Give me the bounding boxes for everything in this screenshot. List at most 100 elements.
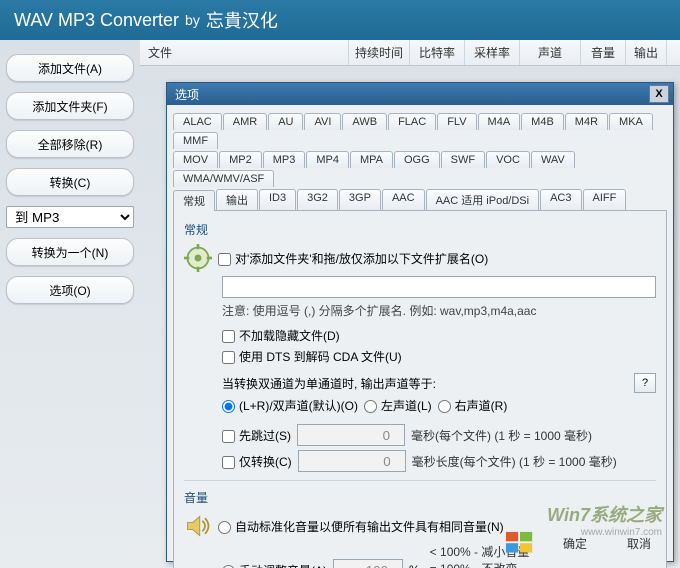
tab-row-1: ALACAMRAUAVIAWBFLACFLVM4AM4BM4RMKA MMF bbox=[173, 111, 667, 149]
vol-auto-text: 自动标准化音量以便所有输出文件具有相同音量(N) bbox=[235, 520, 504, 534]
add-file-button[interactable]: 添加文件(A) bbox=[6, 54, 134, 82]
options-label: 选项(O) bbox=[49, 282, 90, 299]
gear-icon bbox=[184, 244, 212, 272]
tabs-container: ALACAMRAUAVIAWBFLACFLVM4AM4BM4RMKA MMF MO… bbox=[167, 105, 673, 568]
tab-mp4[interactable]: MP4 bbox=[306, 151, 349, 168]
vol-manual-label[interactable]: 手动调整音量(A) bbox=[222, 562, 327, 568]
tab-mpa[interactable]: MPA bbox=[350, 151, 393, 168]
format-select[interactable]: 到 MP3 bbox=[6, 206, 134, 228]
tab-avi[interactable]: AVI bbox=[304, 113, 341, 130]
tab-au[interactable]: AU bbox=[268, 113, 303, 130]
dialog-title: 选项 bbox=[175, 86, 199, 103]
tab-m4b[interactable]: M4B bbox=[521, 113, 564, 130]
convert-button[interactable]: 转换(C) bbox=[6, 168, 134, 196]
col-channel[interactable]: 声道 bbox=[520, 40, 581, 65]
tab-aac-ipod-dsi[interactable]: AAC 适用 iPod/DSi bbox=[426, 189, 540, 210]
dialog-footer: 确定 取消 bbox=[505, 531, 663, 555]
help-button[interactable]: ? bbox=[634, 373, 656, 393]
app-titlebar: WAV MP3 Converter by 忘貴汉化 bbox=[0, 0, 680, 40]
general-heading: 常规 bbox=[184, 221, 656, 238]
dts-cda-label[interactable]: 使用 DTS 到解码 CDA 文件(U) bbox=[222, 348, 402, 365]
skip-label[interactable]: 先跳过(S) bbox=[222, 427, 291, 444]
tab-aiff[interactable]: AIFF bbox=[583, 189, 627, 210]
radio-right-text: 右声道(R) bbox=[455, 399, 508, 413]
only-label[interactable]: 仅转换(C) bbox=[222, 453, 292, 470]
add-folder-button[interactable]: 添加文件夹(F) bbox=[6, 92, 134, 120]
speaker-icon bbox=[184, 512, 212, 540]
col-duration[interactable]: 持续时间 bbox=[349, 40, 410, 65]
tab-id3[interactable]: ID3 bbox=[259, 189, 296, 210]
ext-checkbox[interactable] bbox=[218, 253, 231, 266]
tab-wav[interactable]: WAV bbox=[531, 151, 575, 168]
tab-mov[interactable]: MOV bbox=[173, 151, 218, 168]
tab-flv[interactable]: FLV bbox=[437, 113, 476, 130]
dialog-titlebar[interactable]: 选项 X bbox=[167, 83, 673, 105]
tab-ogg[interactable]: OGG bbox=[394, 151, 440, 168]
tab-ac3[interactable]: AC3 bbox=[540, 189, 581, 210]
tab-aac[interactable]: AAC bbox=[382, 189, 425, 210]
tab-mp2[interactable]: MP2 bbox=[219, 151, 262, 168]
tab-m4r[interactable]: M4R bbox=[565, 113, 608, 130]
tab-flac[interactable]: FLAC bbox=[388, 113, 436, 130]
tab-row-3: 常规输出ID33G23GPAACAAC 适用 iPod/DSiAC3AIFF bbox=[173, 187, 667, 210]
convert-one-button[interactable]: 转换为一个(N) bbox=[6, 238, 134, 266]
ext-checkbox-label[interactable]: 对'添加文件夹'和拖/放仅添加以下文件扩展名(O) bbox=[218, 250, 488, 267]
tab-wma-wmv-asf[interactable]: WMA/WMV/ASF bbox=[173, 170, 274, 187]
skip-checkbox[interactable] bbox=[222, 430, 235, 443]
hide-files-checkbox[interactable] bbox=[222, 330, 235, 343]
convert-one-label: 转换为一个(N) bbox=[32, 244, 109, 261]
close-icon[interactable]: X bbox=[649, 85, 669, 103]
remove-all-button[interactable]: 全部移除(R) bbox=[6, 130, 134, 158]
skip-text: 先跳过(S) bbox=[239, 429, 291, 443]
dts-cda-text: 使用 DTS 到解码 CDA 文件(U) bbox=[239, 350, 402, 364]
tab-mmf[interactable]: MMF bbox=[173, 132, 218, 149]
vol-auto-label[interactable]: 自动标准化音量以便所有输出文件具有相同音量(N) bbox=[218, 518, 504, 535]
ext-checkbox-text: 对'添加文件夹'和拖/放仅添加以下文件扩展名(O) bbox=[235, 252, 488, 266]
tab-m4a[interactable]: M4A bbox=[478, 113, 521, 130]
radio-lr-text: (L+R)/双声道(默认)(O) bbox=[239, 399, 358, 413]
radio-lr-label[interactable]: (L+R)/双声道(默认)(O) bbox=[222, 397, 358, 414]
tab-mp3[interactable]: MP3 bbox=[263, 151, 306, 168]
sidebar: 添加文件(A) 添加文件夹(F) 全部移除(R) 转换(C) 到 MP3 转换为… bbox=[0, 40, 140, 568]
radio-left-label[interactable]: 左声道(L) bbox=[364, 397, 432, 414]
tab-mka[interactable]: MKA bbox=[609, 113, 653, 130]
tab-alac[interactable]: ALAC bbox=[173, 113, 222, 130]
col-bitrate[interactable]: 比特率 bbox=[410, 40, 465, 65]
tab-amr[interactable]: AMR bbox=[223, 113, 267, 130]
volume-heading: 音量 bbox=[184, 489, 656, 506]
dts-cda-checkbox[interactable] bbox=[222, 351, 235, 364]
hide-files-text: 不加载隐藏文件(D) bbox=[239, 329, 340, 343]
skip-input bbox=[297, 424, 405, 446]
hide-files-label[interactable]: 不加载隐藏文件(D) bbox=[222, 327, 340, 344]
cancel-button[interactable]: 取消 bbox=[615, 535, 663, 552]
tab-panel-general: 常规 对'添加文件夹'和拖/放仅添加以下文件扩展名(O) 注意: 使用逗号 (,… bbox=[173, 210, 667, 568]
tab--[interactable]: 常规 bbox=[173, 190, 215, 211]
tab-swf[interactable]: SWF bbox=[441, 151, 485, 168]
col-sample[interactable]: 采样率 bbox=[465, 40, 520, 65]
tab-3g2[interactable]: 3G2 bbox=[297, 189, 338, 210]
radio-right[interactable] bbox=[438, 400, 451, 413]
title-by: by bbox=[185, 12, 200, 28]
pct-sign: % bbox=[409, 563, 420, 568]
only-checkbox[interactable] bbox=[222, 456, 235, 469]
radio-left[interactable] bbox=[364, 400, 377, 413]
only-input bbox=[298, 450, 406, 472]
list-header: 文件 持续时间 比特率 采样率 声道 音量 输出 bbox=[140, 40, 680, 66]
remove-all-label: 全部移除(R) bbox=[38, 136, 103, 153]
ok-button[interactable]: 确定 bbox=[551, 535, 599, 552]
col-output[interactable]: 输出 bbox=[626, 40, 667, 65]
app-title: WAV MP3 Converter bbox=[14, 10, 179, 31]
tab-voc[interactable]: VOC bbox=[486, 151, 530, 168]
col-file[interactable]: 文件 bbox=[140, 40, 349, 65]
col-volume[interactable]: 音量 bbox=[581, 40, 626, 65]
tab--[interactable]: 输出 bbox=[216, 189, 258, 210]
radio-left-text: 左声道(L) bbox=[381, 399, 432, 413]
radio-right-label[interactable]: 右声道(R) bbox=[438, 397, 508, 414]
vol-auto-radio[interactable] bbox=[218, 521, 231, 534]
tab-3gp[interactable]: 3GP bbox=[339, 189, 381, 210]
radio-lr[interactable] bbox=[222, 400, 235, 413]
options-button[interactable]: 选项(O) bbox=[6, 276, 134, 304]
tab-awb[interactable]: AWB bbox=[342, 113, 387, 130]
ext-input[interactable] bbox=[222, 276, 656, 298]
only-text: 仅转换(C) bbox=[239, 455, 292, 469]
